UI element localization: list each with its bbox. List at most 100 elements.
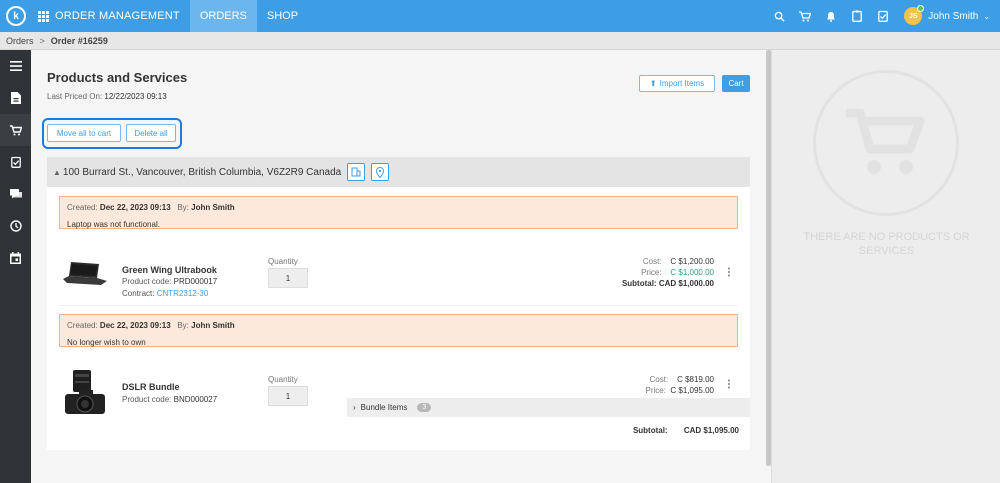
tab-orders[interactable]: ORDERS: [189, 0, 257, 32]
breadcrumb-current: Order #16259: [50, 35, 108, 46]
tab-shop[interactable]: SHOP: [257, 0, 308, 32]
note-message: Laptop was not functional.: [67, 220, 160, 229]
empty-cart-message: THERE ARE NO PRODUCTS OR SERVICES: [803, 231, 970, 257]
note-created-label: Created:: [67, 321, 98, 330]
order-note: Created: Dec 22, 2023 09:13 By: John Smi…: [59, 196, 738, 229]
price-value: C $1,095.00: [670, 386, 714, 395]
quantity-label: Quantity: [268, 257, 298, 266]
subtotal-line: Subtotal: CAD $1,000.00: [560, 279, 714, 288]
note-author: John Smith: [191, 203, 235, 212]
calendar-icon[interactable]: [0, 242, 31, 274]
product-name: DSLR Bundle: [122, 382, 180, 392]
subtotal-label: Subtotal:: [632, 426, 668, 435]
product-code-label: Product code:: [122, 395, 172, 404]
cost-value: C $819.00: [677, 375, 714, 384]
subtotal-line: Subtotal: CAD $1,095.00: [560, 426, 739, 435]
breadcrumb: Orders > Order #16259: [0, 32, 1000, 50]
delete-all-button[interactable]: Delete all: [126, 124, 176, 142]
order-note: Created: Dec 22, 2023 09:13 By: John Smi…: [59, 314, 738, 347]
app-logo[interactable]: k: [0, 0, 32, 32]
product-name: Green Wing Ultrabook: [122, 265, 217, 275]
quantity-field[interactable]: 1: [268, 386, 308, 406]
app-menu-button[interactable]: ORDER MANAGEMENT: [32, 0, 190, 32]
avatar[interactable]: JS: [904, 5, 925, 25]
product-thumbnail-laptop: [63, 262, 107, 288]
cost-line: Cost: C $819.00: [560, 375, 714, 384]
price-value: C $1,000.00: [670, 268, 714, 277]
product-code: Product code: PRD000017: [122, 277, 217, 286]
empty-cart-circle: [813, 70, 959, 216]
chevron-down-icon[interactable]: ⌄: [983, 12, 990, 21]
checklist-icon[interactable]: [870, 0, 896, 32]
bundle-items-label: Bundle Items: [360, 403, 408, 412]
search-icon[interactable]: [766, 0, 792, 32]
page-title: Products and Services: [47, 70, 188, 85]
last-priced-value: 12/22/2023 09:13: [104, 92, 167, 101]
last-priced: Last Priced On: 12/22/2023 09:13: [47, 92, 167, 101]
quantity-label: Quantity: [268, 375, 298, 384]
product-code-label: Product code:: [122, 277, 172, 286]
map-pin-icon[interactable]: [371, 163, 390, 181]
building-icon[interactable]: [347, 163, 366, 181]
cost-value: C $1,200.00: [670, 257, 714, 266]
chevron-right-icon: ›: [353, 403, 356, 412]
sidebar: [0, 50, 31, 483]
quantity-field[interactable]: 1: [268, 268, 308, 288]
product-code-value: PRD000017: [173, 277, 218, 286]
row-divider: [59, 305, 738, 306]
cart-button[interactable]: Cart: [722, 75, 750, 92]
clipboard-icon[interactable]: [844, 0, 870, 32]
breadcrumb-separator: >: [39, 35, 45, 46]
import-items-button[interactable]: ⬆ Import Items: [639, 75, 715, 92]
bell-icon[interactable]: [818, 0, 844, 32]
note-author: John Smith: [191, 321, 235, 330]
menu-icon[interactable]: [0, 50, 31, 82]
move-all-to-cart-button[interactable]: Move all to cart: [47, 124, 121, 142]
price-label: Price:: [645, 386, 666, 395]
subtotal-value: CAD $1,095.00: [683, 426, 739, 435]
user-name[interactable]: John Smith: [928, 11, 978, 22]
note-message: No longer wish to own: [67, 338, 146, 347]
cart-icon[interactable]: [792, 0, 818, 32]
contract-label: Contract:: [122, 289, 155, 298]
cart-summary-panel: THERE ARE NO PRODUCTS OR SERVICES: [771, 50, 1000, 483]
logo-mark: k: [6, 6, 26, 26]
subtotal-label: Subtotal:: [621, 279, 657, 288]
breadcrumb-orders[interactable]: Orders: [6, 36, 34, 46]
cart-icon[interactable]: [0, 114, 31, 146]
document-icon[interactable]: [0, 82, 31, 114]
grid-icon: [38, 10, 49, 22]
upload-icon: ⬆: [649, 79, 657, 88]
app-title: ORDER MANAGEMENT: [55, 10, 180, 22]
product-thumbnail-camera: [65, 370, 105, 417]
more-options-icon[interactable]: ⋮: [724, 267, 734, 278]
empty-cart-icon: [846, 109, 925, 174]
product-code: Product code: BND000027: [122, 395, 217, 404]
note-by-label: By:: [177, 321, 189, 330]
bundle-items-toggle[interactable]: › Bundle Items 3: [347, 398, 750, 417]
top-navigation-bar: k ORDER MANAGEMENT ORDERS SHOP JS John S…: [0, 0, 1000, 32]
cost-line: Cost: C $1,200.00: [560, 257, 714, 266]
price-line: Price: C $1,095.00: [560, 386, 715, 395]
product-contract: Contract: CNTR2312-30: [122, 289, 208, 298]
price-line: Price: C $1,000.00: [560, 268, 714, 277]
contract-link[interactable]: CNTR2312-30: [157, 289, 209, 298]
chat-icon[interactable]: [0, 178, 31, 210]
product-code-value: BND000027: [173, 395, 218, 404]
more-options-icon[interactable]: ⋮: [724, 379, 734, 390]
clock-icon[interactable]: [0, 210, 31, 242]
note-created-label: Created:: [67, 203, 98, 212]
address-bar: ▲ 100 Burrard St., Vancouver, British Co…: [47, 157, 750, 187]
subtotal-value: CAD $1,000.00: [658, 279, 714, 288]
location-icon: ▲: [53, 167, 61, 177]
import-items-label: Import Items: [659, 79, 705, 88]
address-text: 100 Burrard St., Vancouver, British Colu…: [62, 166, 342, 178]
online-status-dot: [917, 5, 925, 12]
note-by-label: By:: [177, 203, 189, 212]
bundle-count-badge: 3: [417, 403, 432, 412]
clipboard-icon[interactable]: [0, 146, 31, 178]
cost-label: Cost:: [642, 257, 662, 266]
avatar-initials: JS: [908, 12, 918, 20]
cost-label: Cost:: [649, 375, 669, 384]
note-created-date: Dec 22, 2023 09:13: [99, 203, 171, 212]
